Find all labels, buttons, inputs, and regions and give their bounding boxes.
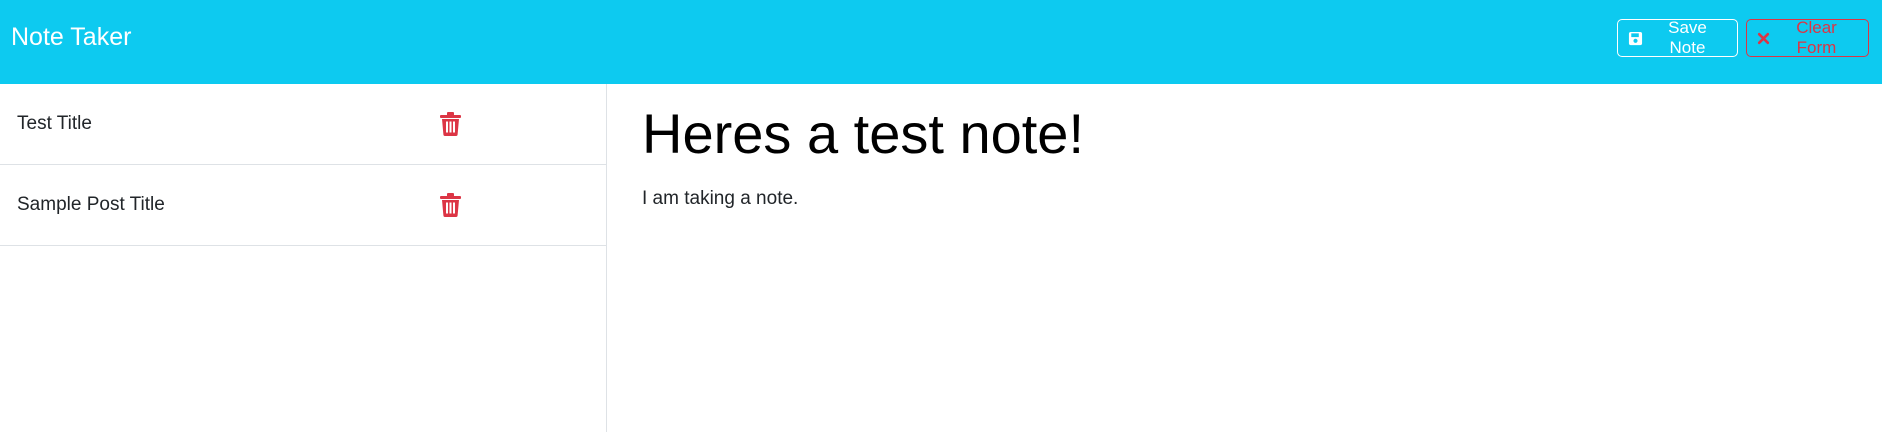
note-title-field[interactable]: Heres a test note! <box>642 102 1084 166</box>
note-item-title[interactable]: Sample Post Title <box>17 193 165 217</box>
note-list-item[interactable]: Test Title <box>0 84 606 165</box>
clear-form-button[interactable]: Clear Form <box>1746 18 1869 57</box>
brand-title[interactable]: Note Taker <box>11 22 131 52</box>
note-list-item[interactable]: Sample Post Title <box>0 165 606 246</box>
floppy-disk-icon <box>1628 31 1643 46</box>
note-editor: Heres a test note! I am taking a note. <box>608 84 1882 432</box>
note-list: Test Title Sample Post Title <box>0 84 607 432</box>
note-item-title[interactable]: Test Title <box>17 112 92 136</box>
trash-icon[interactable] <box>440 193 461 222</box>
clear-form-label: Clear Form <box>1796 18 1837 57</box>
navbar: Note Taker Save Note Clear Form <box>0 0 1882 84</box>
save-note-button[interactable]: Save Note <box>1617 18 1738 57</box>
x-mark-icon <box>1757 32 1770 45</box>
nav-actions: Save Note Clear Form <box>1617 18 1869 57</box>
trash-icon[interactable] <box>440 112 461 141</box>
note-text-field[interactable]: I am taking a note. <box>642 187 798 211</box>
save-note-label: Save Note <box>1668 18 1707 57</box>
